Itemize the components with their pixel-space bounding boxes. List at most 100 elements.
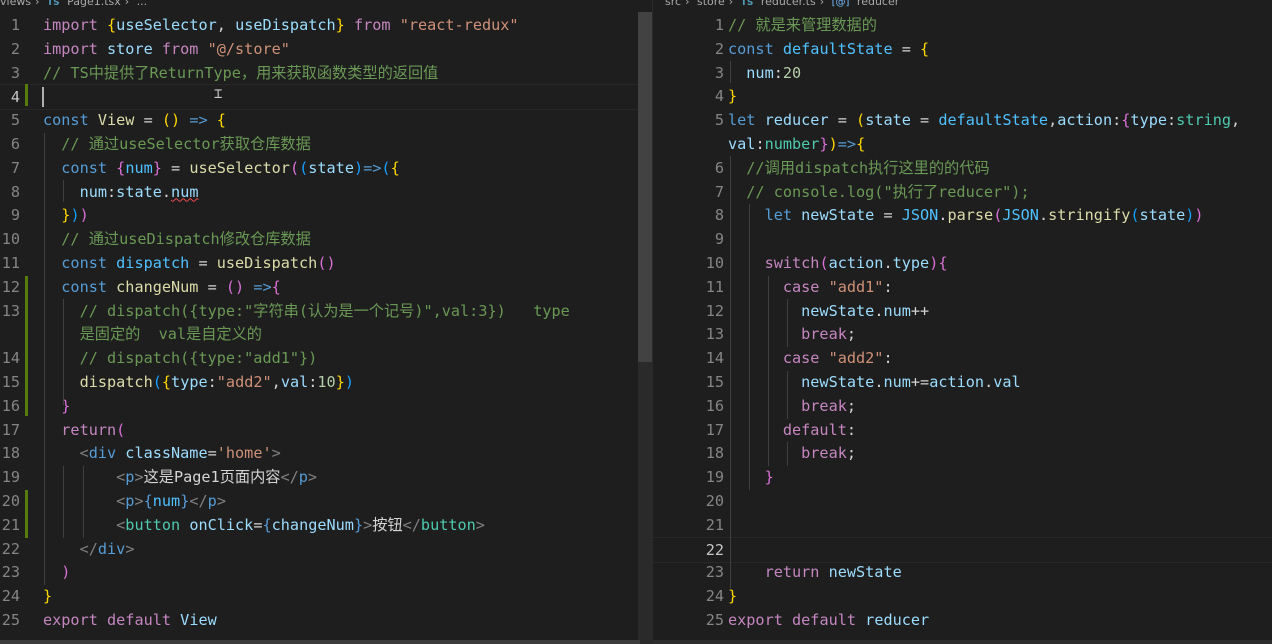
code-line[interactable]: 13 // dispatch({type:"字符串(认为是一个记号)",val:… (0, 299, 652, 323)
code-text[interactable]: newState.num++ (728, 299, 929, 323)
code-line[interactable]: 8 num:state.num (0, 180, 652, 204)
code-text[interactable]: let reducer = (state = defaultState,acti… (728, 108, 1240, 132)
code-text[interactable]: const changeNum = () =>{ (43, 275, 281, 299)
code-line[interactable]: 3 num:20 (653, 61, 1272, 85)
code-line[interactable]: 4 (0, 84, 652, 111)
code-line[interactable]: 7 // console.log("执行了reducer"); (653, 180, 1272, 204)
code-text[interactable]: return( (43, 418, 125, 442)
code-line[interactable]: 10 switch(action.type){ (653, 251, 1272, 275)
code-line[interactable]: 1 import {useSelector, useDispatch} from … (0, 13, 652, 37)
code-line[interactable]: 19 <p>这是Page1页面内容</p> (0, 465, 652, 489)
code-text[interactable]: // 通过useSelector获取仓库数据 (43, 132, 311, 156)
code-line[interactable]: 25 export default View (0, 608, 652, 632)
code-text[interactable]: dispatch({type:"add2",val:10}) (43, 370, 354, 394)
code-line[interactable]: 17 default: (653, 418, 1272, 442)
code-line[interactable]: 24} (0, 584, 652, 608)
code-text[interactable]: //调用dispatch执行这里的的代码 (728, 156, 989, 180)
code-line[interactable]: 18 break; (653, 441, 1272, 465)
code-text[interactable]: } (728, 84, 737, 108)
editor-pane-right[interactable]: src › store › TS reducer.ts › [@] reducer 1… (652, 0, 1272, 644)
code-text[interactable]: const defaultState = { (728, 37, 929, 61)
code-line[interactable]: 21 (653, 513, 1272, 537)
code-line[interactable]: 9 })) (0, 203, 652, 227)
code-text[interactable]: break; (728, 322, 856, 346)
code-line[interactable]: 23 return newState (653, 560, 1272, 584)
code-text[interactable]: switch(action.type){ (728, 251, 948, 275)
code-line[interactable]: 22 (653, 536, 1272, 563)
breadcrumb-folder[interactable]: store (697, 0, 725, 8)
code-text[interactable]: <div className='home'> (43, 441, 281, 465)
code-text[interactable]: break; (728, 394, 856, 418)
code-text[interactable]: // 就是来管理数据的 (728, 13, 877, 37)
code-text[interactable]: </div> (43, 537, 135, 561)
code-text[interactable]: })) (43, 203, 88, 227)
vertical-scrollbar[interactable] (638, 12, 652, 644)
scrollbar-thumb[interactable] (638, 12, 652, 362)
code-line[interactable]: 14 // dispatch({type:"add1"}) (0, 346, 652, 370)
breadcrumb-file[interactable]: Page1.tsx (67, 0, 121, 8)
code-text[interactable]: case "add2": (728, 346, 893, 370)
code-line[interactable]: 11 case "add1": (653, 275, 1272, 299)
code-line[interactable]: 13 break; (653, 322, 1272, 346)
code-text[interactable]: // dispatch({type:"add1"}) (43, 346, 318, 370)
code-line[interactable]: 20 <p>{num}</p> (0, 489, 652, 513)
breadcrumb-folder[interactable]: views (0, 0, 31, 8)
code-text[interactable]: <p>这是Page1页面内容</p> (43, 465, 317, 489)
code-line[interactable]: 25 export default reducer (653, 608, 1272, 632)
breadcrumb[interactable]: views › TS Page1.tsx › ... (0, 0, 652, 9)
breadcrumb[interactable]: src › store › TS reducer.ts › [@] reducer (665, 0, 1272, 9)
code-text[interactable]: break; (728, 441, 856, 465)
code-text[interactable]: let newState = JSON.parse(JSON.stringify… (728, 203, 1204, 227)
code-text[interactable]: val:number})=>{ (728, 132, 865, 156)
code-line[interactable]: 6 //调用dispatch执行这里的的代码 (653, 156, 1272, 180)
code-line[interactable]: 24} (653, 584, 1272, 608)
code-text[interactable]: export default View (43, 608, 217, 632)
breadcrumb-symbol[interactable]: ... (137, 0, 148, 8)
code-text[interactable]: // dispatch({type:"字符串(认为是一个记号)",val:3})… (43, 299, 570, 323)
code-text[interactable]: import store from "@/store" (43, 37, 290, 61)
code-line[interactable]: 17 return( (0, 418, 652, 442)
code-line[interactable]: val:number})=>{ (653, 132, 1272, 156)
code-text[interactable]: } (43, 584, 52, 608)
code-line[interactable]: 7 const {num} = useSelector((state)=>({ (0, 156, 652, 180)
code-line[interactable]: 5 const View = () => { (0, 108, 652, 132)
code-line[interactable]: 5 let reducer = (state = defaultState,act… (653, 108, 1272, 132)
horizontal-scrollbar[interactable] (653, 640, 1272, 644)
code-line[interactable]: 1// 就是来管理数据的 (653, 13, 1272, 37)
code-text[interactable]: <button onClick={changeNum}>按钮</button> (43, 513, 485, 537)
code-text[interactable]: import {useSelector, useDispatch} from "… (43, 13, 519, 37)
code-text[interactable]: const View = () => { (43, 108, 226, 132)
code-text[interactable]: // console.log("执行了reducer"); (728, 180, 1029, 204)
code-text[interactable]: default: (728, 418, 856, 442)
code-line[interactable]: 20 (653, 489, 1272, 513)
code-line[interactable]: 12 const changeNum = () =>{ (0, 275, 652, 299)
code-line[interactable]: 15 newState.num+=action.val (653, 370, 1272, 394)
code-line[interactable]: 14 case "add2": (653, 346, 1272, 370)
code-line[interactable]: 22 </div> (0, 537, 652, 561)
code-line[interactable]: 12 newState.num++ (653, 299, 1272, 323)
code-line[interactable]: 16 break; (653, 394, 1272, 418)
code-text[interactable]: export default reducer (728, 608, 929, 632)
code-line[interactable]: 16 } (0, 394, 652, 418)
code-text[interactable]: const dispatch = useDispatch() (43, 251, 335, 275)
breadcrumb-symbol[interactable]: reducer (857, 0, 899, 8)
code-text[interactable]: <p>{num}</p> (43, 489, 226, 513)
code-line[interactable]: 是固定的 val是自定义的 (0, 322, 652, 346)
code-line[interactable]: 11 const dispatch = useDispatch() (0, 251, 652, 275)
horizontal-scrollbar[interactable] (0, 640, 640, 644)
code-text[interactable]: } (43, 394, 70, 418)
code-text[interactable]: case "add1": (728, 275, 893, 299)
code-line[interactable]: 9 (653, 227, 1272, 251)
code-line[interactable]: 19 } (653, 465, 1272, 489)
code-text[interactable]: const {num} = useSelector((state)=>({ (43, 156, 399, 180)
code-line[interactable]: 15 dispatch({type:"add2",val:10}) (0, 370, 652, 394)
code-line[interactable]: 21 <button onClick={changeNum}>按钮</butto… (0, 513, 652, 537)
code-line[interactable]: 10 // 通过useDispatch修改仓库数据 (0, 227, 652, 251)
code-text[interactable]: num:state.num (43, 180, 199, 204)
code-line[interactable]: 8 let newState = JSON.parse(JSON.stringi… (653, 203, 1272, 227)
code-line[interactable]: 18 <div className='home'> (0, 441, 652, 465)
code-line[interactable]: 6 // 通过useSelector获取仓库数据 (0, 132, 652, 156)
code-text[interactable]: 是固定的 val是自定义的 (43, 322, 262, 346)
code-line[interactable]: 3 // TS中提供了ReturnType，用来获取函数类型的返回值 (0, 61, 652, 85)
breadcrumb-folder[interactable]: src (665, 0, 681, 8)
